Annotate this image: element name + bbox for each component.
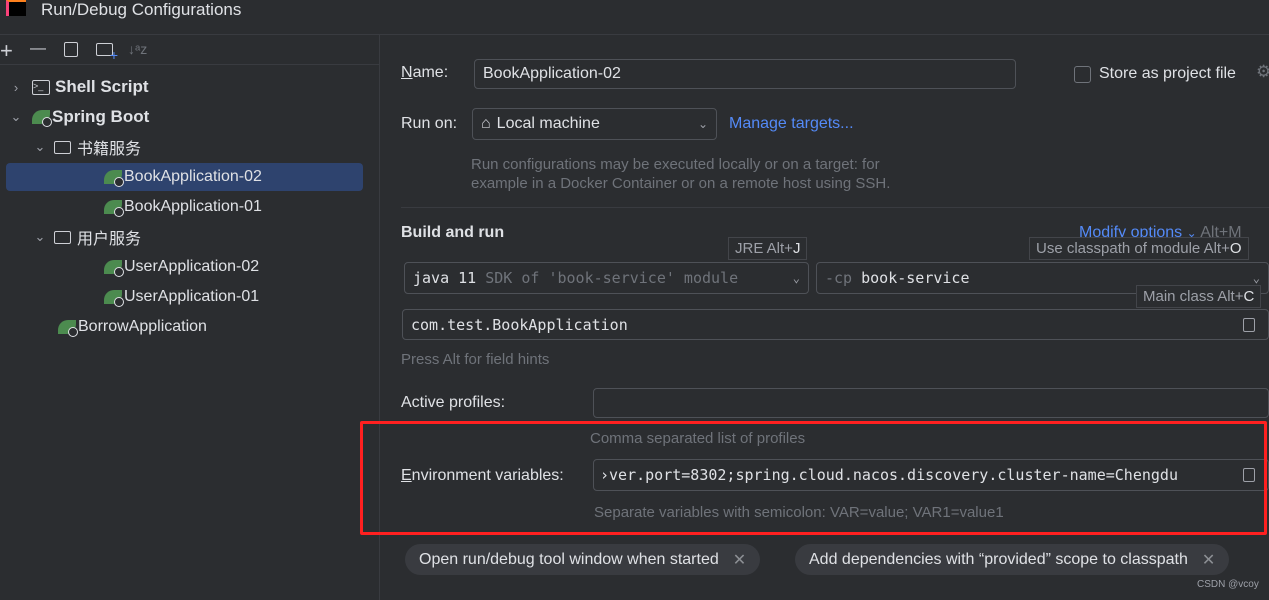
window-title: Run/Debug Configurations — [41, 0, 242, 19]
tree-item-label: BookApplication-01 — [124, 198, 262, 215]
build-and-run-heading: Build and run — [401, 224, 505, 241]
chevron-down-icon: ⌄ — [792, 271, 800, 285]
tree-item-label: 用户服务 — [77, 231, 142, 248]
name-label: Name: — [401, 64, 449, 81]
copy-button[interactable] — [64, 42, 78, 57]
tree-item[interactable]: BorrowApplication — [6, 313, 363, 341]
jdk-value: java 11 — [413, 269, 477, 287]
tree-item-label: Shell Script — [55, 77, 149, 96]
tree-item[interactable]: BookApplication-02 — [6, 163, 363, 191]
terminal-icon: >_ — [32, 79, 50, 95]
run-on-hint: Run configurations may be executed local… — [471, 156, 891, 192]
manage-targets-link[interactable]: Manage targets... — [729, 115, 854, 133]
folder-icon — [54, 140, 71, 154]
remove-button[interactable]: — — [30, 40, 46, 58]
highlight-box — [360, 421, 1267, 535]
jre-tooltip: JRE Alt+J — [728, 237, 808, 260]
chevron-down-icon: ⌄ — [697, 117, 708, 131]
browse-icon[interactable] — [1243, 317, 1255, 332]
divider — [0, 64, 379, 65]
store-as-project-file-label[interactable]: Store as project file — [1099, 65, 1236, 83]
active-profiles-label: Active profiles: — [401, 394, 506, 411]
tree-item[interactable]: ⌄ 书籍服务 — [6, 133, 363, 161]
sort-button[interactable]: ↓ᵃz — [128, 41, 147, 57]
main-class-value: com.test.BookApplication — [411, 315, 628, 334]
close-icon[interactable]: ✕ — [733, 550, 746, 570]
spring-boot-icon — [104, 290, 124, 307]
spring-boot-icon — [58, 320, 78, 337]
tree-item[interactable]: BookApplication-01 — [6, 193, 363, 221]
name-value: BookApplication-02 — [483, 65, 621, 82]
tree-item[interactable]: UserApplication-01 — [6, 283, 363, 311]
chip-provided-scope: Add dependencies with “provided” scope t… — [795, 544, 1230, 575]
store-as-project-file-checkbox[interactable] — [1074, 66, 1091, 83]
run-on-value: Local machine — [496, 115, 600, 132]
chip-open-tool-window: Open run/debug tool window when started ✕ — [405, 544, 761, 575]
cp-value: book-service — [861, 269, 970, 287]
chevron-down-icon[interactable]: ⌄ — [30, 229, 50, 245]
tree-item-label: BookApplication-02 — [124, 168, 262, 185]
spring-boot-icon — [104, 200, 124, 217]
watermark: CSDN @vcoy — [1197, 579, 1259, 590]
chevron-down-icon[interactable]: ⌄ — [6, 109, 26, 125]
tree-item[interactable]: UserApplication-02 — [6, 253, 363, 281]
run-on-select[interactable]: ⌂ Local machine ⌄ — [472, 108, 717, 140]
tree-item-label: UserApplication-01 — [124, 288, 260, 305]
chevron-right-icon[interactable]: › — [6, 80, 26, 95]
name-input[interactable]: BookApplication-02 — [474, 59, 1016, 89]
folder-icon — [54, 230, 71, 244]
tree-item-label: BorrowApplication — [78, 318, 207, 335]
tree-item-label: Spring Boot — [52, 107, 150, 126]
divider — [0, 34, 1269, 35]
new-folder-button[interactable]: + — [96, 43, 118, 63]
classpath-tooltip: Use classpath of module Alt+O — [1029, 237, 1249, 260]
spring-boot-icon — [32, 110, 52, 127]
divider — [401, 207, 1269, 208]
tree-item[interactable]: ⌄ Spring Boot — [6, 103, 363, 131]
add-button[interactable]: + — [0, 38, 13, 64]
spring-boot-icon — [104, 260, 124, 277]
chevron-down-icon[interactable]: ⌄ — [30, 139, 50, 155]
spring-boot-icon — [104, 170, 124, 187]
gear-icon[interactable]: ⚙ — [1256, 62, 1269, 82]
main-class-tooltip: Main class Alt+C — [1136, 285, 1262, 308]
tree-item-label: UserApplication-02 — [124, 258, 260, 275]
close-icon[interactable]: ✕ — [1202, 550, 1215, 570]
run-on-label: Run on: — [401, 115, 458, 132]
field-hints-text: Press Alt for field hints — [401, 351, 550, 368]
active-profiles-input[interactable] — [593, 388, 1269, 418]
main-class-input[interactable]: com.test.BookApplication — [402, 309, 1269, 340]
tree-item-label: 书籍服务 — [77, 141, 142, 158]
home-icon: ⌂ — [481, 115, 491, 132]
tree-item[interactable]: › >_ Shell Script — [6, 73, 363, 101]
tree-item[interactable]: ⌄ 用户服务 — [6, 223, 363, 251]
chevron-down-icon: ⌄ — [1252, 271, 1260, 285]
app-logo-icon — [6, 0, 26, 16]
jdk-select[interactable]: java 11 SDK of 'book-service' module ⌄ — [404, 262, 809, 294]
cp-prefix: -cp — [825, 269, 853, 287]
jdk-hint: SDK of 'book-service' module — [485, 269, 739, 287]
